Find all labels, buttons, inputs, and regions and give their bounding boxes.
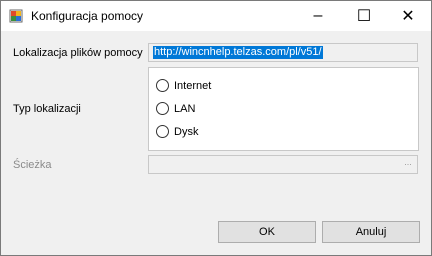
ok-button[interactable]: OK bbox=[218, 221, 316, 243]
minimize-icon: – bbox=[313, 7, 323, 24]
cancel-button[interactable]: Anuluj bbox=[322, 221, 420, 243]
radio-label: Internet bbox=[174, 79, 212, 92]
window-title: Konfiguracja pomocy bbox=[31, 9, 144, 23]
radio-dysk[interactable]: Dysk bbox=[156, 125, 198, 138]
browse-button: ... bbox=[404, 157, 412, 167]
close-button[interactable]: ✕ bbox=[385, 1, 431, 31]
path-input: ... bbox=[148, 155, 418, 174]
location-type-group: Internet LAN Dysk bbox=[148, 67, 419, 151]
location-value: http://wincnhelp.telzas.com/pl/v51/ bbox=[153, 46, 323, 59]
radio-label: LAN bbox=[174, 102, 196, 115]
radio-lan[interactable]: LAN bbox=[156, 102, 195, 115]
radio-label: Dysk bbox=[174, 125, 199, 138]
location-input[interactable]: http://wincnhelp.telzas.com/pl/v51/ bbox=[148, 43, 418, 62]
maximize-button[interactable]: ☐ bbox=[341, 1, 387, 31]
maximize-icon: ☐ bbox=[356, 8, 372, 25]
minimize-button[interactable]: – bbox=[295, 1, 341, 31]
help-config-icon bbox=[9, 9, 23, 23]
radio-circle-icon bbox=[156, 79, 169, 92]
dialog-window: Konfiguracja pomocy – ☐ ✕ Lokalizacja pl… bbox=[0, 0, 432, 256]
radio-circle-icon bbox=[156, 125, 169, 138]
location-type-label: Typ lokalizacji bbox=[13, 103, 81, 115]
close-icon: ✕ bbox=[401, 8, 415, 25]
radio-internet[interactable]: Internet bbox=[156, 79, 211, 92]
radio-circle-icon bbox=[156, 102, 169, 115]
title-bar: Konfiguracja pomocy – ☐ ✕ bbox=[1, 1, 431, 31]
location-label: Lokalizacja plików pomocy bbox=[13, 47, 143, 59]
path-label: Ścieżka bbox=[13, 159, 52, 171]
